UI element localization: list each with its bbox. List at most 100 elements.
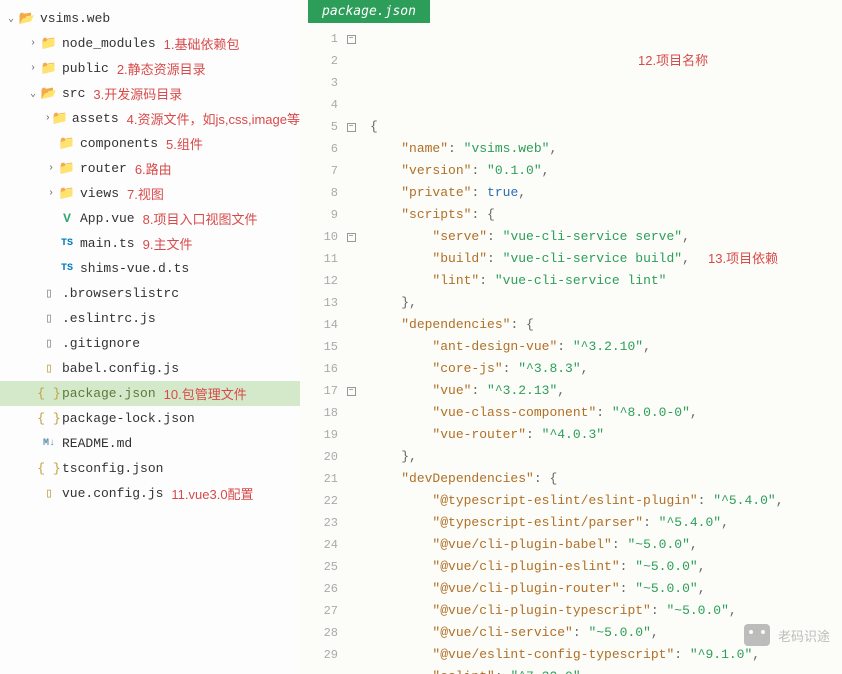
code-line[interactable]: "core-js": "^3.8.3", bbox=[370, 358, 842, 380]
editor-panel: package.json 123456789101112131415161718… bbox=[300, 0, 842, 674]
line-number: 15 bbox=[300, 336, 338, 358]
file-js-icon: ▯ bbox=[40, 486, 58, 501]
annotation: 8.项目入口视图文件 bbox=[143, 209, 258, 228]
fold-marker bbox=[344, 50, 358, 72]
line-number: 8 bbox=[300, 182, 338, 204]
line-number: 4 bbox=[300, 94, 338, 116]
tree-item-package-lock-json[interactable]: { }package-lock.json bbox=[0, 406, 300, 431]
code-line[interactable]: "private": true, bbox=[370, 182, 842, 204]
tree-item--browserslistrc[interactable]: ▯.browserslistrc bbox=[0, 281, 300, 306]
code-line[interactable]: "lint": "vue-cli-service lint" bbox=[370, 270, 842, 292]
tree-item-views[interactable]: ›📁views7.视图 bbox=[0, 181, 300, 206]
fold-marker bbox=[344, 534, 358, 556]
line-number: 9 bbox=[300, 204, 338, 226]
code-line[interactable]: { bbox=[370, 116, 842, 138]
tree-item-app-vue[interactable]: VApp.vue8.项目入口视图文件 bbox=[0, 206, 300, 231]
line-number: 6 bbox=[300, 138, 338, 160]
file-name: assets bbox=[72, 111, 119, 126]
code-line[interactable]: "@typescript-eslint/eslint-plugin": "^5.… bbox=[370, 490, 842, 512]
fold-marker[interactable]: − bbox=[344, 116, 358, 138]
tree-item-main-ts[interactable]: TSmain.ts9.主文件 bbox=[0, 231, 300, 256]
tree-item-node-modules[interactable]: ›📁node_modules1.基础依赖包 bbox=[0, 31, 300, 56]
file-explorer[interactable]: ⌄ 📂 vsims.web ›📁node_modules1.基础依赖包›📁pub… bbox=[0, 0, 300, 674]
code-line[interactable]: "@typescript-eslint/parser": "^5.4.0", bbox=[370, 512, 842, 534]
code-line[interactable]: }, bbox=[370, 446, 842, 468]
code-line[interactable]: "ant-design-vue": "^3.2.10", bbox=[370, 336, 842, 358]
fold-marker bbox=[344, 578, 358, 600]
code-line[interactable]: "vue-router": "^4.0.3" bbox=[370, 424, 842, 446]
fold-marker bbox=[344, 358, 358, 380]
line-number: 1 bbox=[300, 28, 338, 50]
fold-marker bbox=[344, 644, 358, 666]
folder-icon: 📁 bbox=[40, 61, 58, 76]
tree-item-shims-vue-d-ts[interactable]: TSshims-vue.d.ts bbox=[0, 256, 300, 281]
tree-item-router[interactable]: ›📁router6.路由 bbox=[0, 156, 300, 181]
folder-open-icon: 📂 bbox=[40, 86, 58, 101]
code-line[interactable]: }, bbox=[370, 292, 842, 314]
tree-item-babel-config-js[interactable]: ▯babel.config.js bbox=[0, 356, 300, 381]
code-line[interactable]: "eslint": "^7.32.0", bbox=[370, 666, 842, 674]
code-line[interactable]: "name": "vsims.web", bbox=[370, 138, 842, 160]
line-number: 22 bbox=[300, 490, 338, 512]
tree-item-vue-config-js[interactable]: ▯vue.config.js11.vue3.0配置 bbox=[0, 481, 300, 506]
annotation: 3.开发源码目录 bbox=[93, 84, 182, 103]
file-name: router bbox=[80, 161, 127, 176]
editor-tabs: package.json bbox=[300, 0, 842, 28]
chevron-down-icon[interactable]: ⌄ bbox=[26, 88, 40, 100]
tree-item-tsconfig-json[interactable]: { }tsconfig.json bbox=[0, 456, 300, 481]
file-json-icon: { } bbox=[40, 386, 58, 401]
line-number: 25 bbox=[300, 556, 338, 578]
fold-marker bbox=[344, 468, 358, 490]
file-name: README.md bbox=[62, 436, 132, 451]
code-line[interactable]: "dependencies": { bbox=[370, 314, 842, 336]
tree-item-public[interactable]: ›📁public2.静态资源目录 bbox=[0, 56, 300, 81]
code-line[interactable]: "scripts": { bbox=[370, 204, 842, 226]
tree-root[interactable]: ⌄ 📂 vsims.web bbox=[0, 6, 300, 31]
tree-item-assets[interactable]: ›📁assets4.资源文件，如js,css,image等 bbox=[0, 106, 300, 131]
tree-item--eslintrc-js[interactable]: ▯.eslintrc.js bbox=[0, 306, 300, 331]
tree-item--gitignore[interactable]: ▯.gitignore bbox=[0, 331, 300, 356]
line-number: 27 bbox=[300, 600, 338, 622]
code-line[interactable]: "version": "0.1.0", bbox=[370, 160, 842, 182]
chevron-right-icon[interactable]: › bbox=[26, 63, 40, 74]
annotation: 7.视图 bbox=[127, 184, 164, 203]
code-line[interactable]: "@vue/cli-plugin-router": "~5.0.0", bbox=[370, 578, 842, 600]
chevron-right-icon[interactable]: › bbox=[44, 113, 52, 124]
code-line[interactable]: "@vue/eslint-config-typescript": "^9.1.0… bbox=[370, 644, 842, 666]
tree-item-src[interactable]: ⌄📂src3.开发源码目录 bbox=[0, 81, 300, 106]
file-json-icon: { } bbox=[40, 461, 58, 476]
tab-package-json[interactable]: package.json bbox=[308, 0, 430, 23]
line-number: 28 bbox=[300, 622, 338, 644]
folder-icon: 📁 bbox=[58, 161, 76, 176]
file-generic-icon: ▯ bbox=[40, 311, 58, 326]
annotation: 5.组件 bbox=[166, 134, 203, 153]
watermark-text: 老码识途 bbox=[778, 626, 830, 645]
chevron-right-icon[interactable]: › bbox=[26, 38, 40, 49]
code-content[interactable]: 12.项目名称 13.项目依赖 { "name": "vsims.web", "… bbox=[358, 28, 842, 674]
chevron-right-icon[interactable]: › bbox=[44, 163, 58, 174]
code-line[interactable]: "@vue/cli-plugin-babel": "~5.0.0", bbox=[370, 534, 842, 556]
code-line[interactable]: "vue-class-component": "^8.0.0-0", bbox=[370, 402, 842, 424]
folder-icon: 📁 bbox=[58, 136, 76, 151]
folder-icon: 📁 bbox=[40, 36, 58, 51]
file-name: shims-vue.d.ts bbox=[80, 261, 189, 276]
root-name: vsims.web bbox=[40, 11, 110, 26]
fold-marker[interactable]: − bbox=[344, 226, 358, 248]
fold-marker bbox=[344, 446, 358, 468]
fold-marker bbox=[344, 512, 358, 534]
tree-item-package-json[interactable]: { }package.json10.包管理文件 bbox=[0, 381, 300, 406]
tree-item-components[interactable]: 📁components5.组件 bbox=[0, 131, 300, 156]
fold-marker bbox=[344, 182, 358, 204]
fold-marker bbox=[344, 556, 358, 578]
tree-item-readme-md[interactable]: M↓README.md bbox=[0, 431, 300, 456]
code-line[interactable]: "vue": "^3.2.13", bbox=[370, 380, 842, 402]
code-line[interactable]: "serve": "vue-cli-service serve", bbox=[370, 226, 842, 248]
fold-marker[interactable]: − bbox=[344, 28, 358, 50]
code-area[interactable]: 1234567891011121314151617181920212223242… bbox=[300, 28, 842, 674]
chevron-right-icon[interactable]: › bbox=[44, 188, 58, 199]
fold-marker[interactable]: − bbox=[344, 380, 358, 402]
code-line[interactable]: "@vue/cli-plugin-eslint": "~5.0.0", bbox=[370, 556, 842, 578]
code-line[interactable]: "@vue/cli-plugin-typescript": "~5.0.0", bbox=[370, 600, 842, 622]
code-line[interactable]: "devDependencies": { bbox=[370, 468, 842, 490]
file-generic-icon: ▯ bbox=[40, 336, 58, 351]
